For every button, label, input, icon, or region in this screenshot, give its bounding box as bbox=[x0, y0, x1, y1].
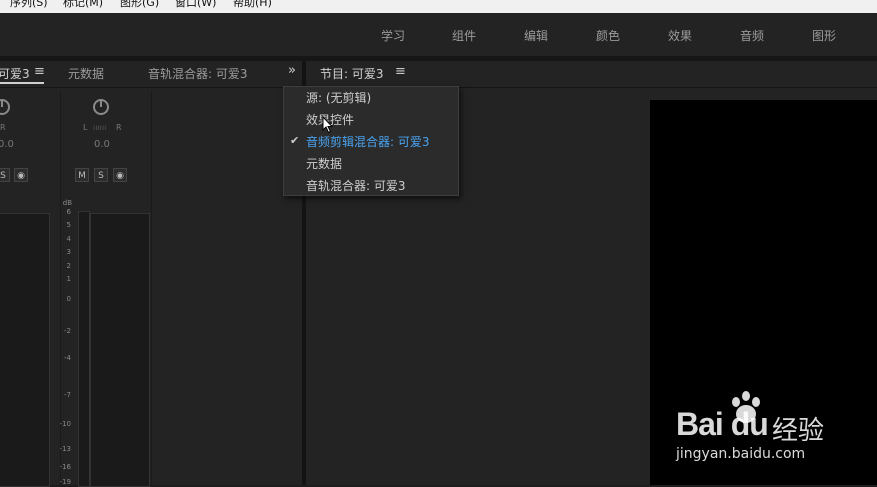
menu-sequence[interactable]: 序列(S) bbox=[10, 0, 48, 9]
workspace-assembly[interactable]: 组件 bbox=[452, 27, 476, 44]
baidu-watermark: Bai du 经验 jingyan.baidu.com bbox=[676, 390, 876, 470]
watermark-url: jingyan.baidu.com bbox=[676, 446, 806, 462]
db-tick: -7 bbox=[64, 391, 71, 399]
db-tick: 1 bbox=[66, 275, 71, 283]
menu-item-source[interactable]: 源: (无剪辑) bbox=[306, 89, 371, 106]
solo-button[interactable]: S bbox=[94, 168, 108, 182]
channel-separator bbox=[151, 91, 152, 485]
db-tick: 4 bbox=[66, 235, 71, 243]
pan-knob[interactable] bbox=[0, 99, 10, 115]
menu-graphics[interactable]: 图形(G) bbox=[120, 0, 159, 9]
menu-help[interactable]: 帮助(H) bbox=[233, 0, 272, 9]
menu-item-track-mixer[interactable]: 音轨混合器: 可爱3 bbox=[306, 177, 406, 194]
workspace-effects[interactable]: 效果 bbox=[668, 27, 692, 44]
pan-left-label: L bbox=[83, 123, 88, 132]
db-tick: -16 bbox=[59, 463, 71, 471]
pan-right-label: R bbox=[116, 123, 122, 132]
pan-right-label: R bbox=[0, 123, 6, 132]
level-meter bbox=[78, 211, 90, 487]
db-tick: 6 bbox=[66, 208, 71, 216]
mouse-cursor-icon bbox=[322, 116, 334, 134]
menu-marker[interactable]: 标记(M) bbox=[63, 0, 103, 9]
mute-button[interactable]: M bbox=[75, 168, 89, 182]
watermark-brand: Bai du bbox=[676, 406, 769, 442]
pan-knob[interactable] bbox=[93, 99, 109, 115]
db-tick: -13 bbox=[59, 445, 71, 453]
db-tick: -10 bbox=[59, 420, 71, 428]
menu-item-audio-clip-mixer[interactable]: 音频剪辑混合器: 可爱3 bbox=[306, 133, 430, 150]
tab-track-mixer[interactable]: 音轨混合器: 可爱3 bbox=[148, 65, 248, 82]
menu-item-metadata[interactable]: 元数据 bbox=[306, 155, 342, 172]
db-tick: 3 bbox=[66, 248, 71, 256]
workspace-audio[interactable]: 音频 bbox=[740, 27, 764, 44]
solo-button[interactable]: S bbox=[0, 168, 10, 182]
db-unit-label: dB bbox=[62, 199, 72, 207]
active-tab-indicator bbox=[0, 82, 44, 84]
menu-window[interactable]: 窗口(W) bbox=[175, 0, 216, 9]
tab-menu-icon[interactable]: ≡ bbox=[34, 64, 45, 79]
pan-value: 0.0 bbox=[0, 139, 14, 150]
tab-separator bbox=[0, 87, 302, 88]
menu-bar: 序列(S) 标记(M) 图形(G) 窗口(W) 帮助(H) bbox=[0, 0, 877, 13]
workspace-color[interactable]: 颜色 bbox=[596, 27, 620, 44]
tab-metadata[interactable]: 元数据 bbox=[68, 65, 104, 82]
db-tick: 2 bbox=[66, 262, 71, 270]
tab-menu-icon[interactable]: ≡ bbox=[395, 64, 406, 79]
left-panel: 可爱3 ≡ 元数据 音轨混合器: 可爱3 » R 0.0 S ◉ L ııııı… bbox=[0, 61, 302, 487]
db-tick: -2 bbox=[64, 327, 71, 335]
workspace-bar: 学习 组件 编辑 颜色 效果 音频 图形 bbox=[0, 13, 877, 56]
workspace-editing[interactable]: 编辑 bbox=[524, 27, 548, 44]
db-tick: -4 bbox=[64, 354, 71, 362]
tab-program-monitor[interactable]: 节目: 可爱3 bbox=[320, 65, 384, 82]
tab-overflow-icon[interactable]: » bbox=[288, 63, 296, 78]
volume-meter[interactable] bbox=[90, 213, 150, 487]
record-button[interactable]: ◉ bbox=[113, 168, 127, 182]
db-tick: 0 bbox=[66, 295, 71, 303]
db-tick: 5 bbox=[66, 221, 71, 229]
pan-dots: ıııııı bbox=[93, 123, 107, 132]
workspace-graphics[interactable]: 图形 bbox=[812, 27, 836, 44]
workspace-learning[interactable]: 学习 bbox=[381, 27, 405, 44]
check-icon: ✔ bbox=[290, 134, 300, 147]
watermark-cn: 经验 bbox=[772, 416, 825, 446]
volume-meter[interactable] bbox=[0, 213, 50, 487]
record-button[interactable]: ◉ bbox=[14, 168, 28, 182]
panel-overflow-menu: 源: (无剪辑) 效果控件 ✔ 音频剪辑混合器: 可爱3 元数据 音轨混合器: … bbox=[283, 86, 459, 196]
pan-value: 0.0 bbox=[94, 139, 110, 150]
tab-clip-mixer[interactable]: 可爱3 bbox=[0, 65, 30, 82]
